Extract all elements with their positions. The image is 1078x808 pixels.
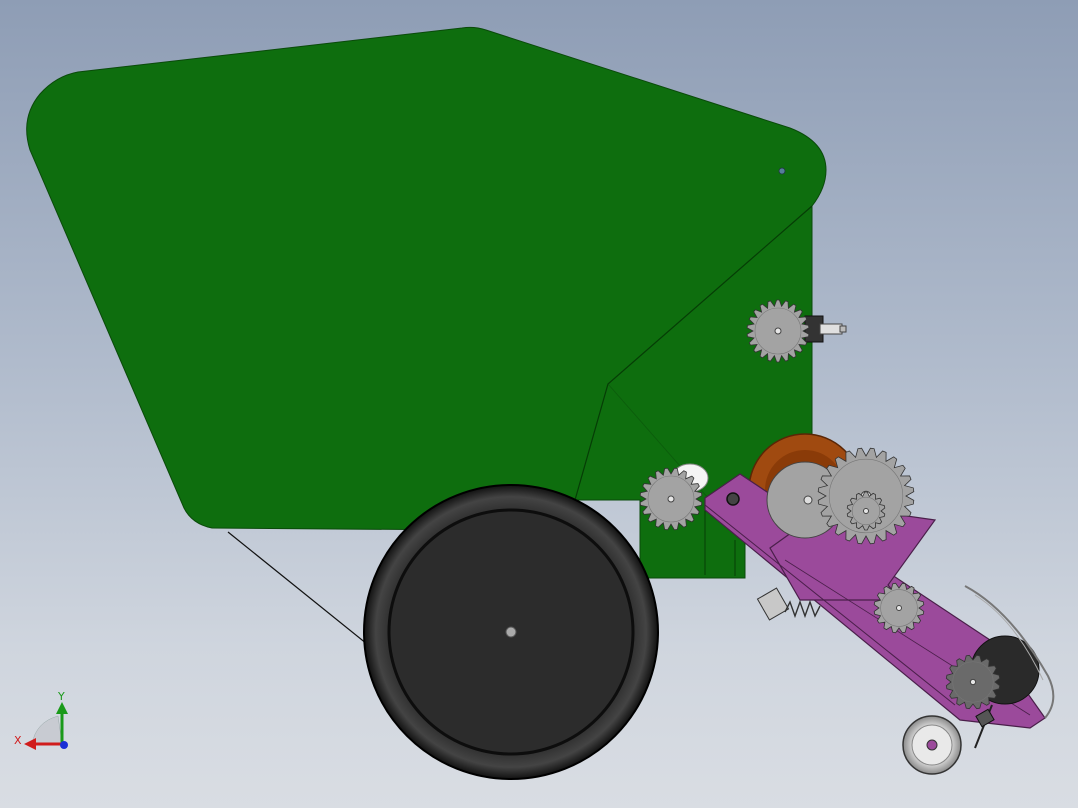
spring-bracket bbox=[756, 587, 790, 621]
sprocketMid-hub bbox=[896, 605, 902, 611]
sprocketMeter-hub bbox=[667, 495, 675, 503]
press-wheel[interactable] bbox=[902, 704, 995, 775]
cad-viewport[interactable]: Y X bbox=[0, 0, 1078, 808]
triad-plane bbox=[31, 715, 63, 745]
triad-y-label: Y bbox=[57, 690, 65, 703]
sprocketUpper-hub bbox=[774, 327, 782, 335]
cad-model-view: Y X bbox=[14, 26, 1055, 780]
coordinate-triad-icon: Y X bbox=[14, 690, 68, 750]
seed-hopper[interactable] bbox=[26, 26, 827, 579]
wheel-hub bbox=[505, 626, 517, 638]
triad-x-arrow bbox=[24, 738, 36, 750]
hopper-bolt bbox=[778, 167, 786, 175]
support-strut bbox=[227, 531, 373, 649]
large-gear-hub bbox=[803, 495, 813, 505]
triad-x-label: X bbox=[14, 734, 22, 747]
main-ground-wheel[interactable] bbox=[363, 484, 659, 780]
shaft-bolt-end bbox=[839, 325, 847, 333]
press-wheel-hub bbox=[926, 739, 938, 751]
sprocketLow-hub bbox=[969, 678, 977, 686]
triad-y-arrow bbox=[56, 702, 68, 714]
sprocketSmall-hub bbox=[863, 508, 869, 514]
metering-sprocket bbox=[639, 467, 703, 531]
triad-z-axis bbox=[60, 741, 68, 749]
shaft-bolt bbox=[819, 323, 843, 335]
spring-coil bbox=[784, 599, 821, 619]
frame-pivot bbox=[726, 492, 740, 506]
